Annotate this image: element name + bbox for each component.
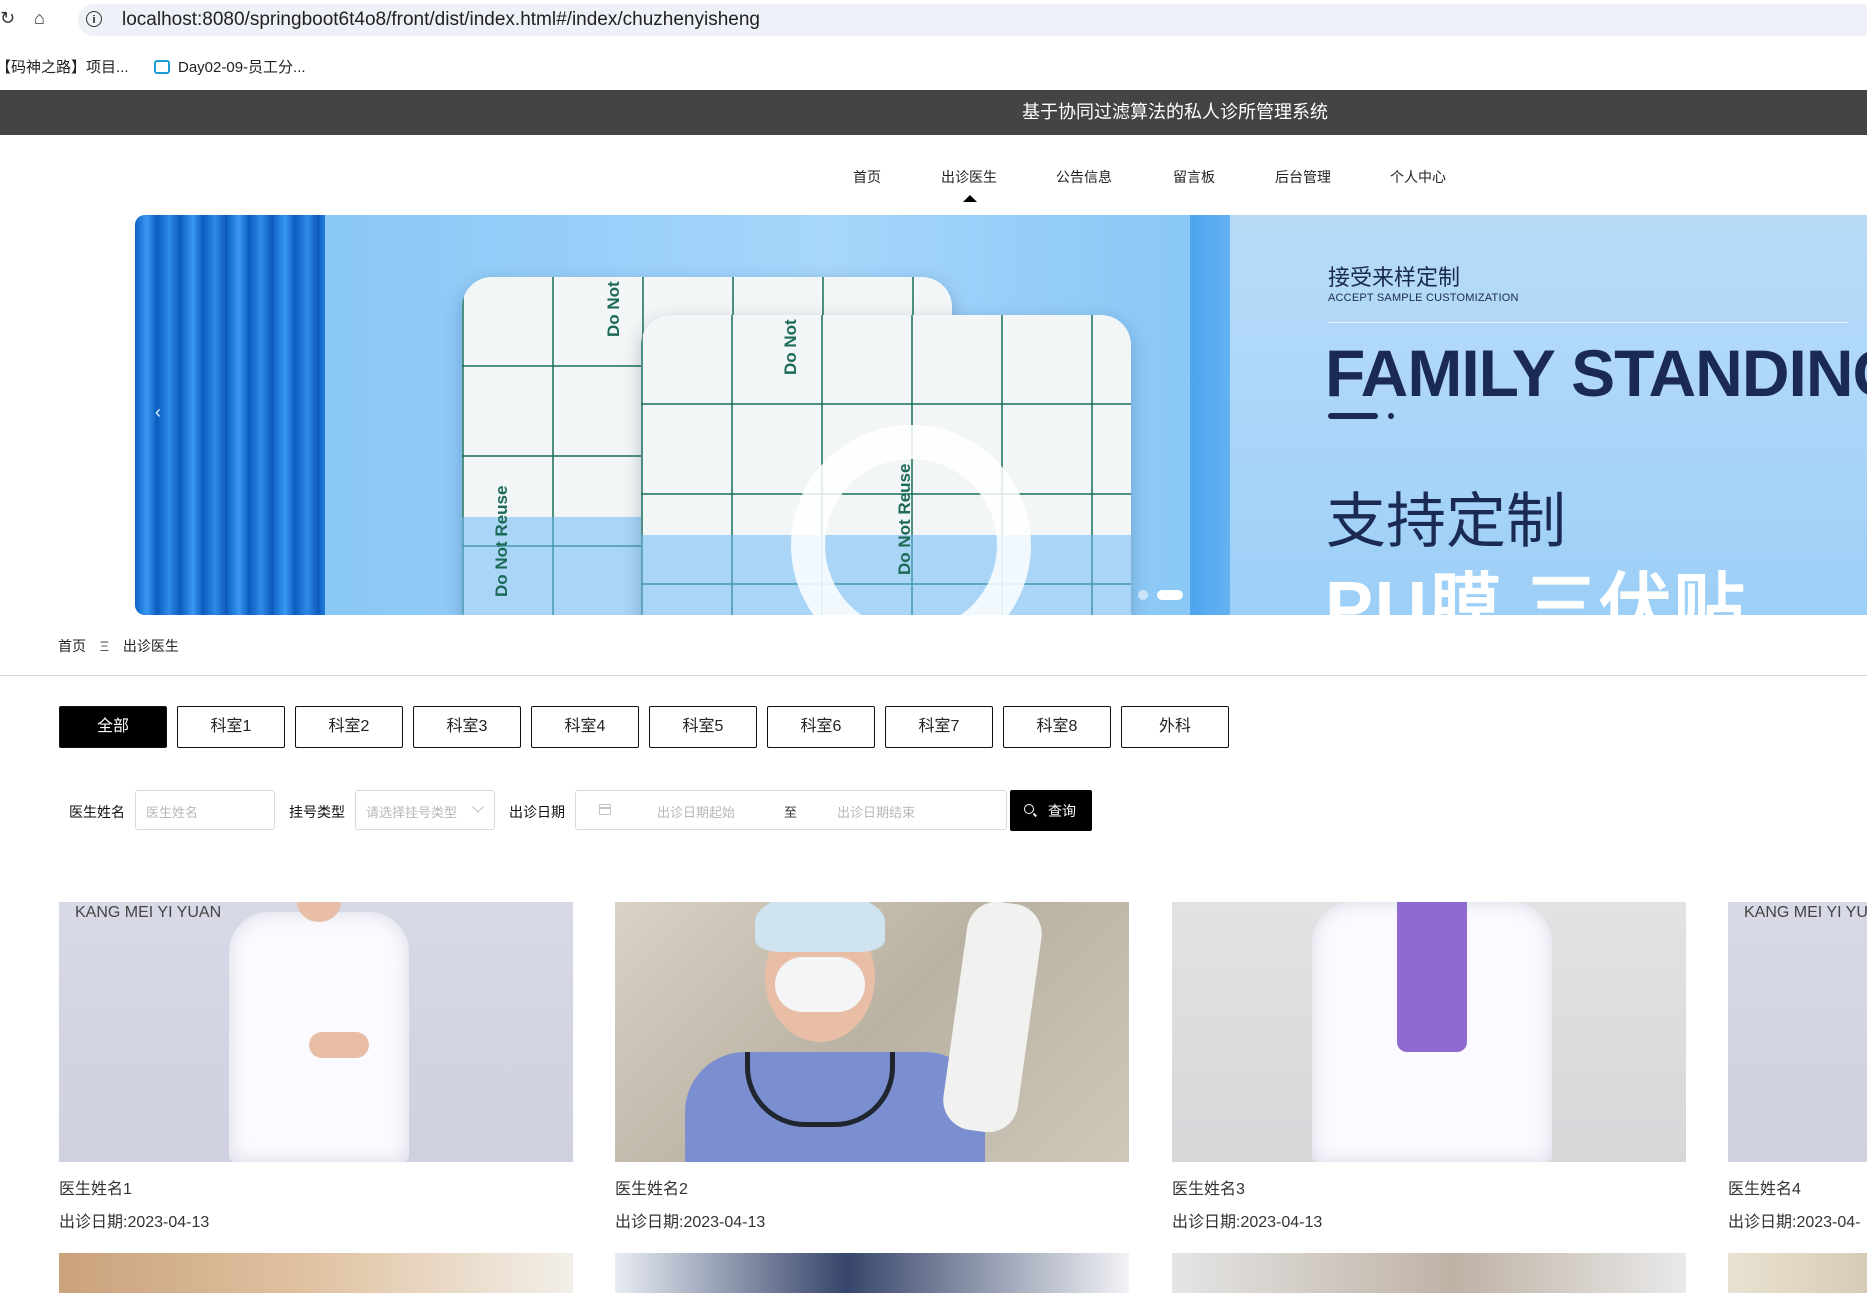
site-info-icon[interactable]: i xyxy=(86,11,102,27)
carousel-prev-icon[interactable]: ‹ xyxy=(155,402,161,423)
nav-home[interactable]: 首页 xyxy=(853,167,881,187)
search-icon xyxy=(1024,804,1034,814)
category-tab[interactable]: 科室5 xyxy=(649,706,757,748)
reload-icon[interactable]: ↻ xyxy=(0,8,15,29)
doctor-visit-date: 出诊日期:2023-04-13 xyxy=(1172,1214,1323,1231)
category-tab[interactable]: 科室8 xyxy=(1003,706,1111,748)
doctor-visit-date: 出诊日期:2023-04-13 xyxy=(615,1214,766,1231)
search-button[interactable]: 查询 xyxy=(1010,790,1092,831)
bookmark-item[interactable]: 【码神之路】项目... xyxy=(0,56,129,77)
active-nav-indicator xyxy=(963,195,977,202)
register-type-label: 挂号类型 xyxy=(289,804,345,820)
doctor-card[interactable]: 医生姓名3 出诊日期:2023-04-13 xyxy=(1172,902,1686,1231)
doctor-name-label: 医生姓名 xyxy=(69,804,125,820)
bookmark-label: Day02-09-员工分... xyxy=(178,59,306,76)
banner-accept-cn: 接受来样定制 xyxy=(1328,265,1461,290)
category-tab[interactable]: 科室1 xyxy=(177,706,285,748)
doctor-card[interactable]: KANG MEI YI YUA 医生姓名4 出诊日期:2023-04- xyxy=(1728,902,1867,1242)
main-nav: 首页 出诊医生 公告信息 留言板 后台管理 个人中心 xyxy=(0,135,1867,210)
category-tab[interactable]: 科室6 xyxy=(767,706,875,748)
doctor-name: 医生姓名1 xyxy=(59,1181,132,1198)
banner-support-text: 支持定制 xyxy=(1326,488,1566,555)
patch-label: Do Not Reuse xyxy=(781,315,800,375)
browser-toolbar: ↻ ⌂ i localhost:8080/springboot6t4o8/fro… xyxy=(0,0,1867,40)
doctor-visit-date: 出诊日期:2023-04- xyxy=(1728,1214,1861,1231)
calendar-icon xyxy=(599,804,611,815)
nav-admin[interactable]: 后台管理 xyxy=(1275,167,1331,187)
category-tab[interactable]: 外科 xyxy=(1121,706,1229,748)
register-type-select[interactable]: 请选择挂号类型 xyxy=(355,790,495,830)
site-title: 基于协同过滤算法的私人诊所管理系统 xyxy=(1022,102,1328,122)
banner-product-text: PU膜 三伏贴 xyxy=(1325,568,1748,615)
doctor-card-photo-partial[interactable] xyxy=(615,1253,1129,1293)
nav-messages[interactable]: 留言板 xyxy=(1173,167,1215,187)
banner-carousel[interactable]: Do Not Reuse Do Not Reuse Do Not Reuse D… xyxy=(135,215,1867,615)
carousel-dot[interactable] xyxy=(1138,590,1148,600)
photo-watermark: KANG MEI YI YUAN xyxy=(75,904,222,921)
banner-dash xyxy=(1328,413,1378,419)
doctor-card[interactable]: 医生姓名2 出诊日期:2023-04-13 xyxy=(615,902,1129,1231)
breadcrumb-home[interactable]: 首页 xyxy=(58,638,86,654)
breadcrumb-separator-icon: Ξ xyxy=(99,638,109,654)
visit-date-label: 出诊日期 xyxy=(509,804,565,820)
patch-image-front: Do Not Reuse Do Not Reuse xyxy=(641,315,1131,615)
doctor-photo: KANG MEI YI YUAN xyxy=(59,902,573,1162)
category-tab[interactable]: 科室3 xyxy=(413,706,521,748)
register-type-placeholder: 请选择挂号类型 xyxy=(366,805,458,820)
doctor-photo: KANG MEI YI YUA xyxy=(1728,902,1867,1162)
patch-label: Do Not Reuse xyxy=(492,485,511,597)
url-text[interactable]: localhost:8080/springboot6t4o8/front/dis… xyxy=(122,9,760,31)
search-button-label: 查询 xyxy=(1048,803,1076,819)
banner-band xyxy=(1190,215,1230,615)
category-tab-all[interactable]: 全部 xyxy=(59,706,167,748)
category-tab[interactable]: 科室7 xyxy=(885,706,993,748)
chevron-down-icon xyxy=(472,801,484,813)
banner-dot xyxy=(1388,413,1394,419)
visit-date-range-picker[interactable]: 出诊日期起始 至 出诊日期结束 xyxy=(575,790,1007,830)
doctor-card[interactable]: KANG MEI YI YUAN 医生姓名1 出诊日期:2023-04-13 xyxy=(59,902,573,1231)
nav-profile[interactable]: 个人中心 xyxy=(1390,167,1446,187)
doctor-name: 医生姓名3 xyxy=(1172,1181,1245,1198)
banner-headline: FAMILY STANDING xyxy=(1325,336,1867,410)
date-start-input[interactable]: 出诊日期起始 xyxy=(657,802,735,821)
banner-accept-en: ACCEPT SAMPLE CUSTOMIZATION xyxy=(1328,292,1519,304)
home-icon[interactable]: ⌂ xyxy=(34,8,45,29)
bilibili-icon xyxy=(154,60,170,74)
photo-watermark: KANG MEI YI YUA xyxy=(1744,904,1867,921)
banner-divider xyxy=(1328,322,1848,323)
doctor-name: 医生姓名2 xyxy=(615,1181,688,1198)
nav-notices[interactable]: 公告信息 xyxy=(1056,167,1112,187)
doctor-name-input[interactable]: 医生姓名 xyxy=(135,790,275,830)
site-header: 基于协同过滤算法的私人诊所管理系统 xyxy=(0,90,1867,135)
banner-curtain-image xyxy=(135,215,325,615)
date-end-input[interactable]: 出诊日期结束 xyxy=(837,802,915,821)
breadcrumb: 首页 Ξ 出诊医生 xyxy=(58,636,179,656)
category-tab[interactable]: 科室2 xyxy=(295,706,403,748)
doctor-photo xyxy=(1172,902,1686,1162)
date-range-separator: 至 xyxy=(784,805,798,820)
section-divider xyxy=(0,675,1867,676)
doctor-photo xyxy=(615,902,1129,1162)
patch-label: Do Not Reuse xyxy=(604,277,623,337)
breadcrumb-current: 出诊医生 xyxy=(122,638,179,654)
doctor-visit-date: 出诊日期:2023-04-13 xyxy=(59,1214,210,1231)
doctor-name: 医生姓名4 xyxy=(1728,1181,1801,1198)
doctor-card-photo-partial[interactable] xyxy=(59,1253,573,1293)
carousel-dot-active[interactable] xyxy=(1157,590,1183,600)
doctor-card-photo-partial[interactable] xyxy=(1728,1253,1867,1293)
doctor-card-photo-partial[interactable] xyxy=(1172,1253,1686,1293)
doctor-name-placeholder: 医生姓名 xyxy=(146,805,199,820)
bookmark-item[interactable]: Day02-09-员工分... xyxy=(154,56,306,77)
bookmarks-bar: 【码神之路】项目... Day02-09-员工分... xyxy=(0,44,1867,88)
category-tab[interactable]: 科室4 xyxy=(531,706,639,748)
nav-doctors[interactable]: 出诊医生 xyxy=(941,167,997,187)
